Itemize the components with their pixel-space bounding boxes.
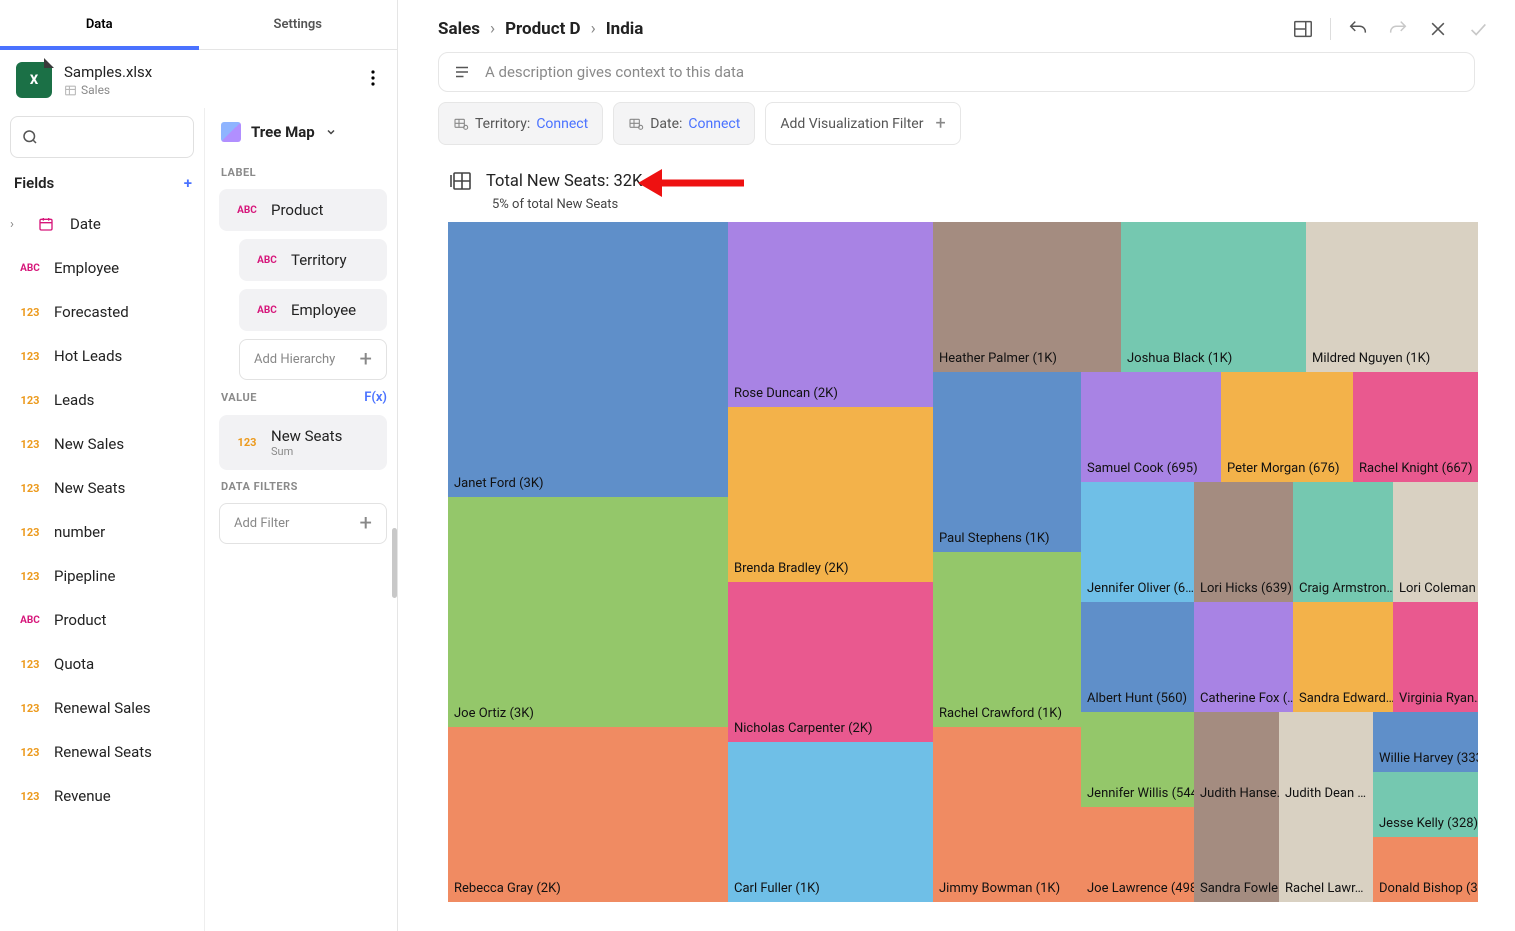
redo-button[interactable] — [1385, 16, 1411, 42]
treemap-cell[interactable]: Jennifer Willis (544) — [1081, 712, 1194, 807]
chart-title-icon — [448, 169, 472, 193]
tab-settings[interactable]: Settings — [199, 0, 398, 49]
source-filename: Samples.xlsx — [64, 63, 152, 81]
treemap-cell[interactable]: Janet Ford (3K) — [448, 222, 728, 497]
fields-panel: Fields + ›DateABCEmployee123Forecasted12… — [0, 108, 205, 931]
add-hierarchy[interactable]: Add Hierarchy+ — [239, 339, 387, 380]
treemap-cell[interactable]: Judith Dean … — [1279, 712, 1373, 807]
field-item[interactable]: 123Renewal Sales — [10, 686, 198, 730]
treemap-cell[interactable]: Heather Palmer (1K) — [933, 222, 1121, 372]
treemap-cell[interactable]: Rachel Crawford (1K) — [933, 552, 1081, 727]
treemap-cell[interactable]: Judith Hanse… — [1194, 712, 1279, 807]
excel-icon: X — [16, 62, 52, 98]
filter-connect-icon — [453, 116, 469, 132]
label-chip[interactable]: ABCTerritory — [239, 239, 387, 281]
field-item[interactable]: 123Renewal Seats — [10, 730, 198, 774]
field-item[interactable]: ABCProduct — [10, 598, 198, 642]
treemap-cell[interactable]: Lori Coleman … — [1393, 482, 1478, 602]
treemap-cell[interactable]: Jimmy Bowman (1K) — [933, 727, 1081, 902]
label-chip[interactable]: ABCProduct — [219, 189, 387, 231]
table-icon — [64, 84, 77, 97]
treemap-cell[interactable]: Joe Ortiz (3K) — [448, 497, 728, 727]
field-item[interactable]: 123Revenue — [10, 774, 198, 818]
close-button[interactable] — [1425, 16, 1451, 42]
treemap-cell[interactable]: Donald Bishop (326) — [1373, 837, 1478, 902]
field-item[interactable]: 123Pipepline — [10, 554, 198, 598]
fx-button[interactable]: F(x) — [364, 390, 387, 405]
territory-filter[interactable]: Territory: Connect — [438, 102, 603, 145]
treemap-cell[interactable]: Peter Morgan (676) — [1221, 372, 1353, 482]
treemap-cell[interactable]: Sandra Edward… — [1293, 602, 1393, 712]
filter-connect-icon — [628, 116, 644, 132]
left-tabs: Data Settings — [0, 0, 397, 50]
fields-search[interactable] — [10, 116, 194, 158]
treemap-cell[interactable]: Catherine Fox (… — [1194, 602, 1293, 712]
field-item[interactable]: 123New Sales — [10, 422, 198, 466]
scrollbar-thumb[interactable] — [392, 528, 397, 598]
main-area: Sales› Product D› India A description gi… — [398, 0, 1515, 931]
search-icon — [21, 128, 39, 146]
add-filter[interactable]: Add Filter+ — [219, 503, 387, 544]
field-item[interactable]: 123Hot Leads — [10, 334, 198, 378]
treemap-cell[interactable]: Mildred Nguyen (1K) — [1306, 222, 1478, 372]
value-section-title: VALUE — [221, 391, 257, 404]
treemap-cell[interactable]: Joshua Black (1K) — [1121, 222, 1306, 372]
treemap-cell[interactable]: Willie Harvey (333) — [1373, 712, 1478, 772]
field-item[interactable]: ›Date — [10, 202, 198, 246]
add-field-button[interactable]: + — [184, 176, 192, 190]
fields-header: Fields — [14, 174, 54, 192]
source-more-button[interactable] — [365, 64, 381, 96]
left-pane: Data Settings X Samples.xlsx Sales — [0, 0, 398, 931]
tab-data[interactable]: Data — [0, 0, 199, 49]
label-chip[interactable]: ABCEmployee — [239, 289, 387, 331]
treemap-chart[interactable]: Janet Ford (3K)Joe Ortiz (3K)Rebecca Gra… — [448, 222, 1475, 922]
treemap-cell[interactable]: Carl Fuller (1K) — [728, 742, 933, 902]
description-input[interactable]: A description gives context to this data — [438, 52, 1475, 92]
value-chip[interactable]: 123 New Seats Sum — [219, 415, 387, 470]
treemap-cell[interactable]: Albert Hunt (560) — [1081, 602, 1194, 712]
treemap-cell[interactable]: Samuel Cook (695) — [1081, 372, 1221, 482]
confirm-button[interactable] — [1465, 16, 1491, 42]
field-item[interactable]: 123number — [10, 510, 198, 554]
treemap-cell[interactable]: Rachel Knight (667) — [1353, 372, 1478, 482]
chart-title: Total New Seats: 32K — [486, 172, 642, 191]
treemap-cell[interactable]: Joe Lawrence (498) — [1081, 807, 1194, 902]
annotation-arrow — [636, 165, 746, 201]
treemap-cell[interactable]: Brenda Bradley (2K) — [728, 407, 933, 582]
data-source-row: X Samples.xlsx Sales — [0, 50, 397, 108]
menu-icon — [453, 63, 471, 81]
date-filter[interactable]: Date: Connect — [613, 102, 755, 145]
treemap-cell[interactable]: Rebecca Gray (2K) — [448, 727, 728, 902]
treemap-cell[interactable]: Virginia Ryan… — [1393, 602, 1478, 712]
field-item[interactable]: 123New Seats — [10, 466, 198, 510]
treemap-cell[interactable]: Jennifer Oliver (6… — [1081, 482, 1194, 602]
field-item[interactable]: 123Quota — [10, 642, 198, 686]
breadcrumb[interactable]: Sales› Product D› India — [438, 19, 643, 39]
undo-button[interactable] — [1345, 16, 1371, 42]
source-table: Sales — [81, 83, 110, 97]
field-item[interactable]: 123Forecasted — [10, 290, 198, 334]
treemap-cell[interactable]: Craig Armstron… — [1293, 482, 1393, 602]
field-item[interactable]: 123Leads — [10, 378, 198, 422]
treemap-cell[interactable]: Jesse Kelly (328) — [1373, 772, 1478, 837]
treemap-cell[interactable]: Rachel Lawr… — [1279, 807, 1373, 902]
viz-config-panel: Tree Map LABEL ABCProduct ABCTerritory ABC… — [205, 108, 397, 931]
chevron-down-icon — [325, 126, 337, 138]
field-item[interactable]: ABCEmployee — [10, 246, 198, 290]
treemap-cell[interactable]: Lori Hicks (639) — [1194, 482, 1293, 602]
label-section-title: LABEL — [221, 166, 387, 179]
treemap-cell[interactable]: Sandra Fowle… — [1194, 807, 1279, 902]
layout-icon[interactable] — [1290, 16, 1316, 42]
viz-type-selector[interactable]: Tree Map — [219, 114, 387, 156]
data-filters-title: DATA FILTERS — [221, 480, 387, 493]
treemap-icon — [221, 122, 241, 142]
treemap-cell[interactable]: Nicholas Carpenter (2K) — [728, 582, 933, 742]
add-viz-filter[interactable]: Add Visualization Filter+ — [765, 102, 960, 145]
treemap-cell[interactable]: Rose Duncan (2K) — [728, 222, 933, 407]
